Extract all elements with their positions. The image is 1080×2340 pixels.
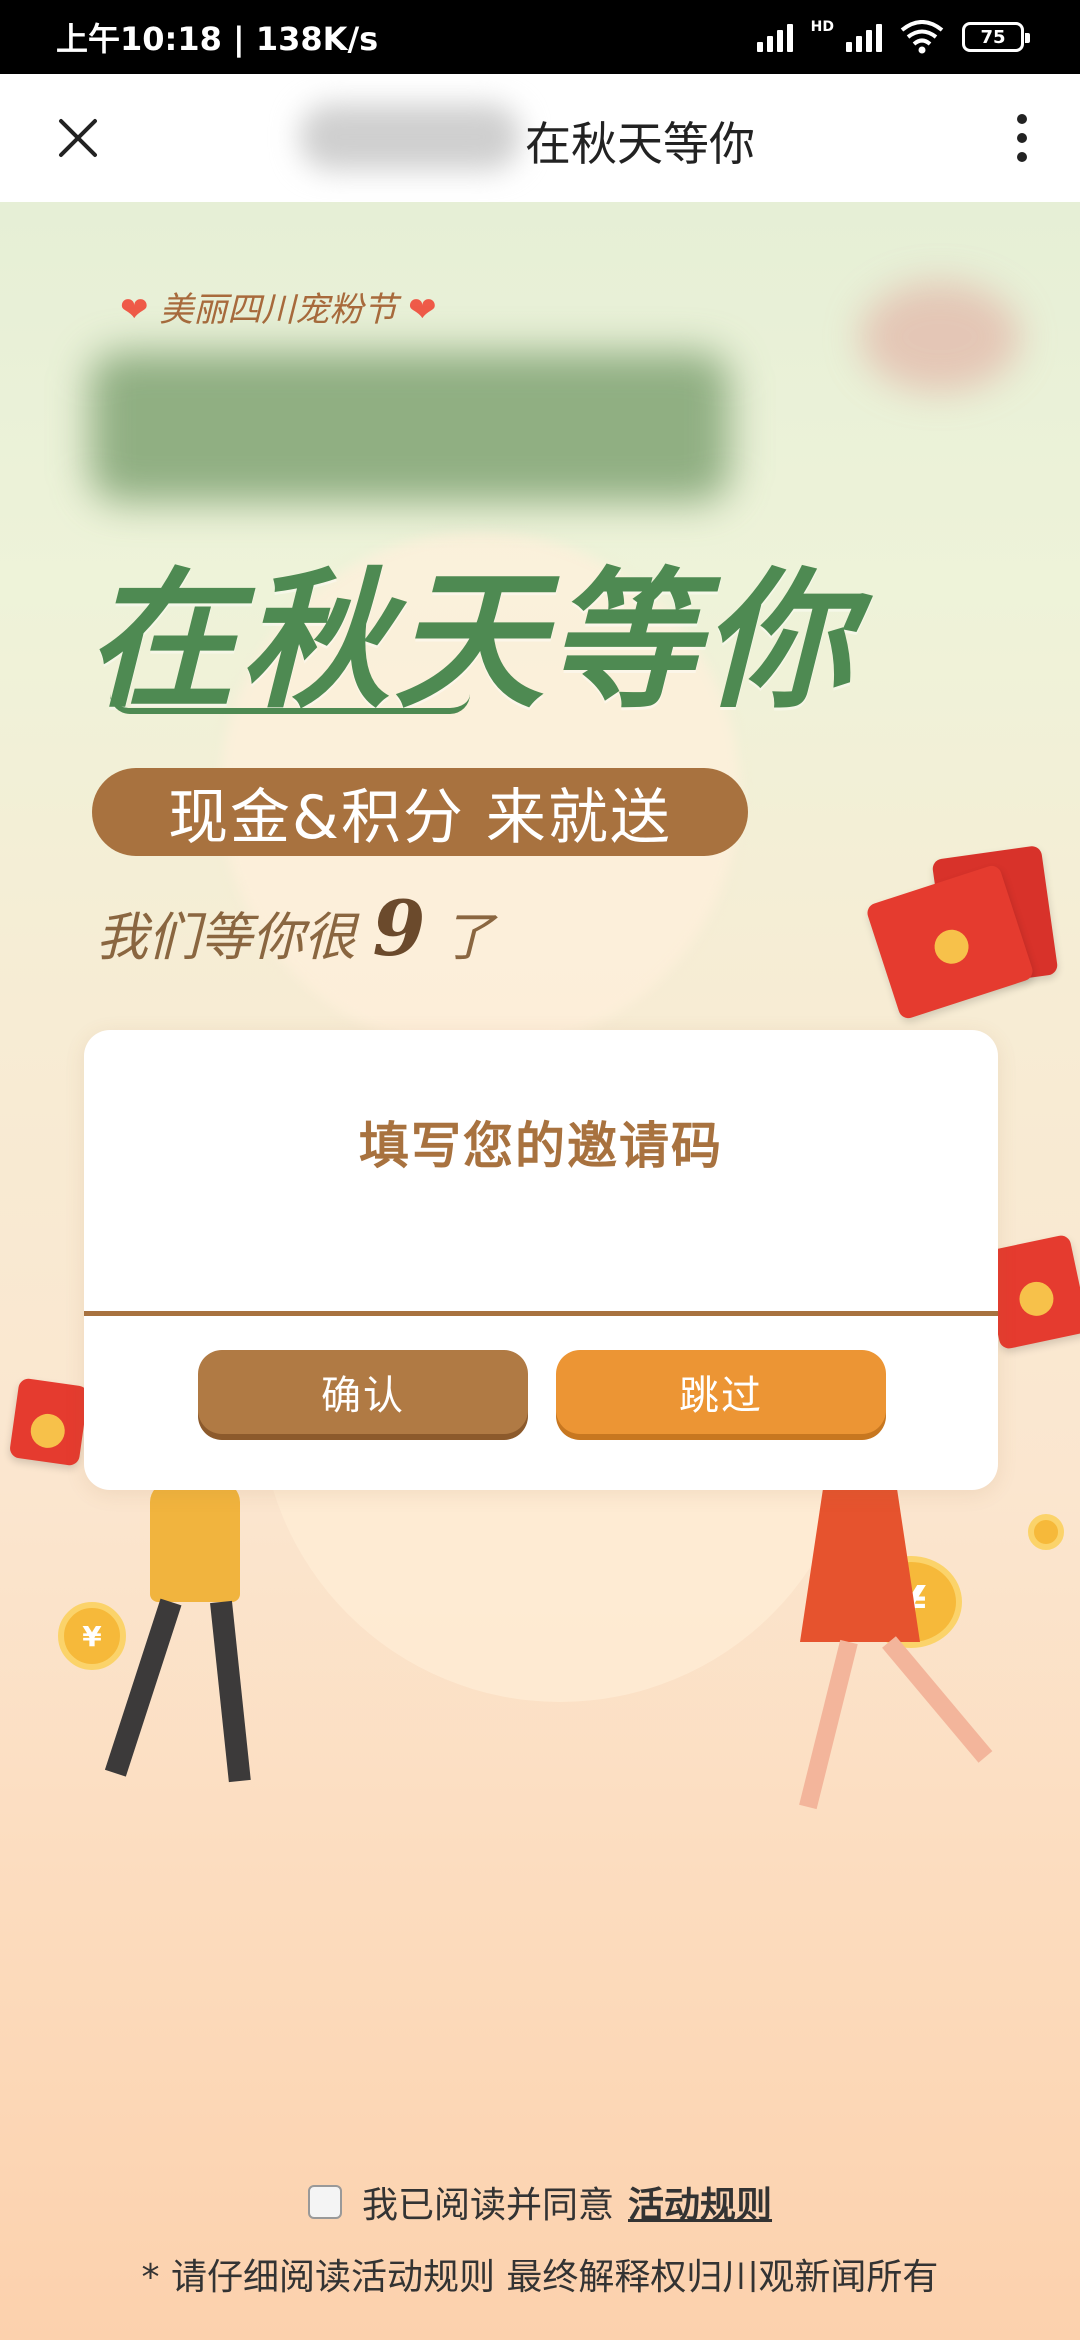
hero-underline [110, 694, 470, 714]
decor-blur [860, 282, 1020, 392]
status-time: 上午10:18 [56, 20, 222, 58]
person-illustration [210, 1600, 251, 1783]
wait-slogan: 我们等你很 9 了 [96, 884, 494, 973]
heart-icon: ❤ [408, 290, 437, 330]
festival-label: ❤ 美丽四川宠粉节 ❤ [120, 290, 437, 330]
more-icon[interactable] [1016, 114, 1028, 162]
invite-title: 填写您的邀请码 [359, 1117, 723, 1175]
page-title: 在秋天等你 [525, 117, 755, 171]
title-bar: 在秋天等你 [0, 74, 1080, 202]
promo-pill: 现金&积分 来就送 [92, 768, 748, 856]
person-illustration [882, 1636, 993, 1763]
red-envelope-icon [8, 1377, 90, 1467]
invite-code-card: 填写您的邀请码 确认 跳过 [84, 1030, 998, 1490]
battery-level: 75 [980, 26, 1006, 48]
signal-icon-2 [846, 22, 882, 52]
blurred-headline [90, 352, 730, 502]
status-left: 上午10:18 | 138K/s [56, 20, 379, 58]
coin-icon [1028, 1514, 1064, 1550]
coin-icon: ¥ [58, 1602, 126, 1670]
status-bar: 上午10:18 | 138K/s HD 75 [0, 0, 1080, 74]
network-speed: 138K/s [255, 20, 379, 58]
person-illustration [150, 1482, 240, 1602]
rules-link[interactable]: 活动规则 [628, 2176, 772, 2228]
heart-icon: ❤ [120, 290, 149, 330]
battery-icon: 75 [962, 22, 1030, 52]
agreement-row: 我已阅读并同意 活动规则 [0, 2176, 1080, 2228]
hd-label: HD [810, 19, 834, 35]
skip-button[interactable]: 跳过 [556, 1350, 886, 1434]
status-right: HD 75 [756, 19, 1030, 54]
confirm-button[interactable]: 确认 [198, 1350, 528, 1434]
agree-checkbox[interactable] [307, 2185, 342, 2219]
agree-text: 我已阅读并同意 [361, 2185, 614, 2226]
invite-code-input[interactable] [84, 1206, 998, 1316]
wifi-icon [900, 20, 944, 54]
person-illustration [799, 1639, 858, 1810]
disclaimer-text: * 请仔细阅读活动规则 最终解释权归川观新闻所有 [141, 2257, 939, 2298]
signal-icon [756, 22, 793, 52]
